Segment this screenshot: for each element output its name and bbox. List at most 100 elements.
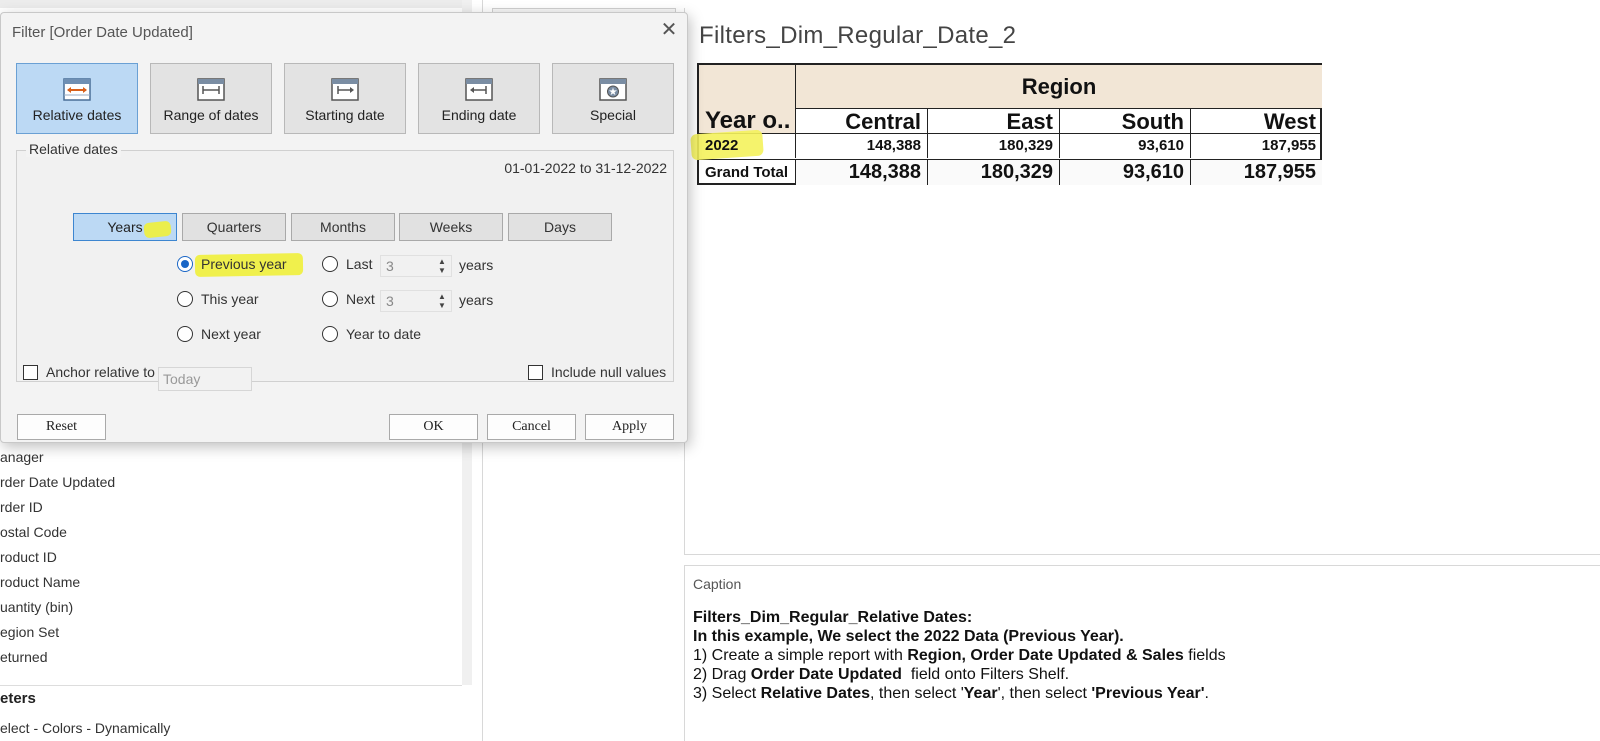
column-header-central[interactable]: Central: [795, 109, 927, 134]
data-pane-top-strip: [0, 0, 462, 8]
table-cell[interactable]: 148,388: [795, 134, 927, 158]
row-label-grand-total[interactable]: Grand Total: [705, 164, 788, 181]
filter-dialog: Filter [Order Date Updated] ✕ Relative d…: [0, 12, 688, 443]
option-label: This year: [201, 291, 259, 307]
field-item[interactable]: anager: [0, 447, 462, 472]
field-item[interactable]: roduct Name: [0, 572, 462, 597]
field-list: anager rder Date Updated rder ID ostal C…: [0, 447, 462, 672]
mode-label: Range of dates: [163, 107, 259, 123]
ok-button[interactable]: OK: [389, 414, 478, 440]
caption-panel: Caption Filters_Dim_Regular_Relative Dat…: [684, 565, 1600, 741]
caption-text: 1) Create a simple report with: [693, 647, 908, 664]
worksheet-view: Filters_Dim_Regular_Date_2 Region Year o…: [684, 8, 1600, 555]
calendar-range-icon: [197, 78, 225, 101]
option-label: Previous year: [201, 256, 287, 272]
option-next-year[interactable]: Next year: [177, 326, 261, 342]
caption-line: Filters_Dim_Regular_Relative Dates:: [693, 608, 1226, 627]
starting-date-button[interactable]: Starting date: [284, 63, 406, 134]
row-label-2022[interactable]: 2022: [705, 137, 738, 154]
field-item[interactable]: rder ID: [0, 497, 462, 522]
parameter-item[interactable]: elect - Colors - Dynamically: [0, 720, 170, 736]
caption-text: fields: [1183, 647, 1226, 664]
option-label: Next year: [201, 326, 261, 342]
caption-text: ', then select: [997, 685, 1092, 702]
option-last-n[interactable]: Last: [322, 256, 372, 272]
apply-button[interactable]: Apply: [585, 414, 674, 440]
calendar-start-icon: [331, 78, 359, 101]
field-item[interactable]: roduct ID: [0, 547, 462, 572]
caption-body: Filters_Dim_Regular_Relative Dates: In t…: [693, 608, 1226, 703]
close-icon[interactable]: ✕: [658, 19, 680, 41]
region-header[interactable]: Region: [795, 65, 1322, 109]
caption-text: 2) Drag: [693, 666, 751, 683]
range-of-dates-button[interactable]: Range of dates: [150, 63, 272, 134]
caption-line: In this example, We select the 2022 Data…: [693, 627, 1226, 646]
next-n-stepper[interactable]: 3 ▲ ▼: [380, 290, 452, 312]
table-cell[interactable]: 187,955: [1190, 134, 1322, 158]
unit-weeks-button[interactable]: Weeks: [399, 213, 503, 241]
checkbox-label: Anchor relative to: [46, 364, 155, 380]
caption-text: .: [1204, 685, 1209, 702]
annotation-highlight: [143, 220, 172, 239]
option-previous-year[interactable]: Previous year: [177, 256, 287, 272]
radio-button[interactable]: [322, 256, 338, 272]
unit-months-button[interactable]: Months: [291, 213, 395, 241]
table-cell[interactable]: 148,388: [795, 160, 927, 185]
caption-text: 3) Select: [693, 685, 761, 702]
column-header-east[interactable]: East: [927, 109, 1059, 134]
table-cell[interactable]: 180,329: [927, 134, 1059, 158]
pane-divider: [0, 685, 462, 686]
field-item[interactable]: uantity (bin): [0, 597, 462, 622]
option-year-to-date[interactable]: Year to date: [322, 326, 421, 342]
checkbox[interactable]: [528, 364, 543, 380]
table-cell[interactable]: 93,610: [1059, 134, 1190, 158]
stepper-arrows-icon[interactable]: ▲ ▼: [435, 257, 449, 275]
caption-line: 2) Drag Order Date Updated field onto Fi…: [693, 665, 1226, 684]
unit-quarters-button[interactable]: Quarters: [182, 213, 286, 241]
column-header-west[interactable]: West: [1190, 109, 1322, 134]
anchor-relative-checkbox[interactable]: Anchor relative to: [23, 364, 155, 380]
ending-date-button[interactable]: Ending date: [418, 63, 540, 134]
unit-word: years: [459, 257, 494, 273]
dialog-title: Filter [Order Date Updated]: [12, 24, 193, 41]
table-cell[interactable]: 93,610: [1059, 160, 1190, 185]
caption-line: 3) Select Relative Dates, then select 'Y…: [693, 684, 1226, 703]
table-cell[interactable]: 180,329: [927, 160, 1059, 185]
cancel-button[interactable]: Cancel: [487, 414, 576, 440]
option-this-year[interactable]: This year: [177, 291, 259, 307]
radio-button[interactable]: [177, 326, 193, 342]
radio-button[interactable]: [177, 291, 193, 307]
unit-label: Quarters: [206, 219, 262, 235]
mode-label: Special: [590, 107, 636, 123]
stepper-arrows-icon[interactable]: ▲ ▼: [435, 292, 449, 310]
anchor-date-field[interactable]: Today: [158, 367, 252, 391]
last-n-stepper[interactable]: 3 ▲ ▼: [380, 255, 452, 277]
field-item[interactable]: eturned: [0, 647, 462, 672]
unit-label: Months: [320, 219, 366, 235]
table-cell[interactable]: 187,955: [1190, 160, 1322, 185]
calendar-special-icon: [599, 78, 627, 101]
field-item[interactable]: rder Date Updated: [0, 472, 462, 497]
caption-text: field onto Filters Shelf.: [901, 666, 1070, 683]
field-item[interactable]: ostal Code: [0, 522, 462, 547]
caption-bold-text: Year: [963, 685, 998, 702]
unit-days-button[interactable]: Days: [508, 213, 612, 241]
caption-text: , then select ': [869, 685, 964, 702]
radio-button[interactable]: [322, 291, 338, 307]
column-header-south[interactable]: South: [1059, 109, 1190, 134]
option-next-n[interactable]: Next: [322, 291, 375, 307]
include-null-checkbox[interactable]: Include null values: [528, 364, 666, 380]
caption-bold-text: Order Date Updated: [750, 666, 902, 683]
option-label: Next: [346, 291, 375, 307]
reset-button[interactable]: Reset: [17, 414, 106, 440]
radio-button[interactable]: [177, 256, 193, 272]
sheet-title: Filters_Dim_Regular_Date_2: [699, 22, 1017, 49]
field-item[interactable]: egion Set: [0, 622, 462, 647]
calendar-end-icon: [465, 78, 493, 101]
checkbox[interactable]: [23, 364, 38, 380]
radio-button[interactable]: [322, 326, 338, 342]
special-button[interactable]: Special: [552, 63, 674, 134]
caption-title: Caption: [693, 576, 742, 592]
relative-dates-button[interactable]: Relative dates: [16, 63, 138, 134]
option-label: Year to date: [346, 326, 421, 342]
